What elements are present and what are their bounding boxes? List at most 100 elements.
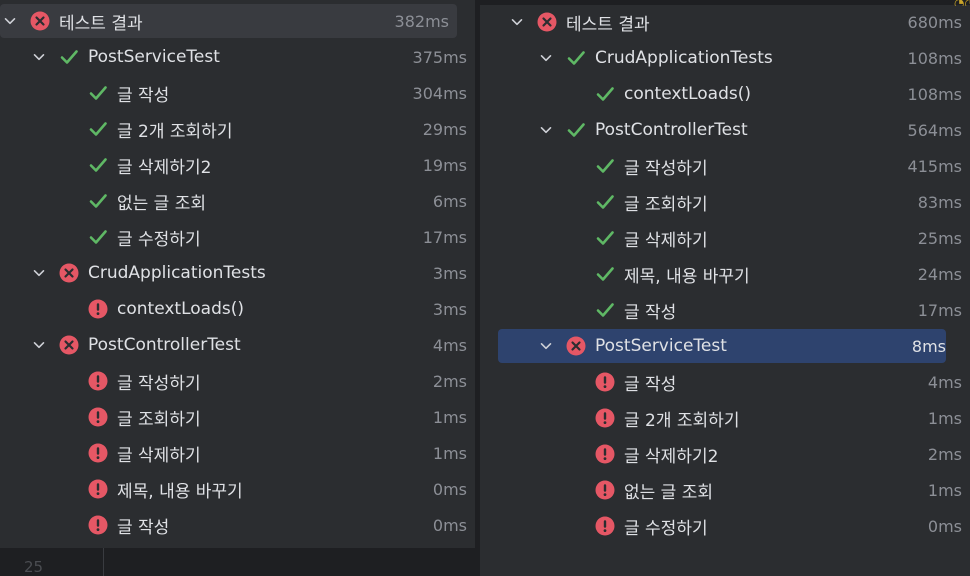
test-item-left[interactable]: 글 수정하기 17ms: [0, 220, 475, 254]
error-exclamation-icon: [88, 299, 108, 319]
test-name: PostServiceTest: [595, 336, 727, 356]
test-duration: 0ms: [927, 516, 962, 536]
chevron-down-icon[interactable]: [536, 120, 556, 140]
test-duration: 17ms: [422, 227, 467, 247]
test-item-left[interactable]: 제목, 내용 바꾸기 0ms: [0, 472, 475, 506]
check-icon: [88, 155, 108, 175]
test-item-right[interactable]: 글 조회하기 83ms: [480, 185, 970, 219]
test-name: 글 삭제하기2: [117, 157, 212, 178]
test-item-right[interactable]: 글 작성 17ms: [480, 293, 970, 327]
chevron-down-icon[interactable]: [29, 47, 49, 67]
test-item-right[interactable]: 글 작성 4ms: [480, 365, 970, 399]
check-icon: [595, 228, 615, 248]
chevron-down-icon[interactable]: [536, 48, 556, 68]
test-name: 없는 글 조회: [624, 482, 714, 503]
test-name: 글 삭제하기2: [624, 446, 719, 467]
test-name: 글 작성하기: [117, 373, 201, 394]
test-item-left[interactable]: 글 작성 304ms: [0, 76, 475, 110]
test-item-right[interactable]: 없는 글 조회 1ms: [480, 473, 970, 507]
check-icon: [566, 48, 586, 68]
test-item-left[interactable]: 없는 글 조회 6ms: [0, 184, 475, 218]
test-duration: 304ms: [412, 83, 467, 103]
test-name: 글 조회하기: [117, 409, 201, 430]
test-name: 글 수정하기: [117, 229, 201, 250]
test-duration: 4ms: [432, 335, 467, 355]
tree-node-left[interactable]: PostControllerTest 4ms: [0, 328, 475, 362]
test-item-right[interactable]: 글 수정하기 0ms: [480, 509, 970, 543]
error-exclamation-icon: [88, 371, 108, 391]
test-item-left[interactable]: 글 2개 조회하기 29ms: [0, 112, 475, 146]
test-item-right[interactable]: 글 삭제하기 25ms: [480, 221, 970, 255]
chevron-down-icon[interactable]: [507, 12, 527, 32]
tree-node-right[interactable]: PostControllerTest 564ms: [480, 113, 970, 147]
check-icon: [88, 227, 108, 247]
test-item-right[interactable]: 글 삭제하기2 2ms: [480, 437, 970, 471]
test-item-left[interactable]: contextLoads() 3ms: [0, 292, 475, 326]
test-name: PostControllerTest: [88, 335, 241, 355]
editor-line-number: 25: [24, 558, 44, 576]
test-item-right[interactable]: 글 2개 조회하기 1ms: [480, 401, 970, 435]
error-exclamation-icon: [88, 479, 108, 499]
tree-node-right[interactable]: 테스트 결과 680ms: [480, 5, 970, 39]
tree-node-right[interactable]: PostServiceTest 8ms: [498, 329, 946, 363]
test-duration: 1ms: [432, 443, 467, 463]
test-item-left[interactable]: 글 작성하기 2ms: [0, 364, 475, 398]
test-name: 글 작성: [117, 517, 170, 538]
test-duration: 8ms: [911, 336, 946, 356]
test-item-right[interactable]: 제목, 내용 바꾸기 24ms: [480, 257, 970, 291]
tree-node-left[interactable]: CrudApplicationTests 3ms: [0, 256, 475, 290]
test-item-right[interactable]: contextLoads() 108ms: [480, 77, 970, 111]
chevron-down-icon[interactable]: [29, 263, 49, 283]
chevron-down-icon[interactable]: [0, 11, 20, 31]
test-duration: 2ms: [927, 444, 962, 464]
fail-circle-icon: [566, 336, 586, 356]
fail-circle-icon: [59, 335, 79, 355]
test-duration: 25ms: [917, 228, 962, 248]
test-duration: 415ms: [907, 156, 962, 176]
tree-node-left[interactable]: PostServiceTest 375ms: [0, 40, 475, 74]
fail-circle-icon: [30, 11, 50, 31]
test-item-left[interactable]: 글 작성 0ms: [0, 508, 475, 542]
test-duration: 17ms: [917, 300, 962, 320]
check-icon: [88, 119, 108, 139]
test-duration: 3ms: [432, 299, 467, 319]
test-item-right[interactable]: 글 작성하기 415ms: [480, 149, 970, 183]
test-duration: 1ms: [927, 480, 962, 500]
test-item-left[interactable]: 글 삭제하기 1ms: [0, 436, 475, 470]
test-duration: 382ms: [394, 11, 449, 31]
error-exclamation-icon: [595, 372, 615, 392]
chevron-down-icon[interactable]: [29, 335, 49, 355]
chevron-down-icon[interactable]: [536, 336, 556, 356]
test-item-left[interactable]: 글 조회하기 1ms: [0, 400, 475, 434]
fail-circle-icon: [59, 263, 79, 283]
test-duration: 24ms: [917, 264, 962, 284]
editor-warning-icon: ◔◔: [954, 0, 970, 6]
error-exclamation-icon: [595, 408, 615, 428]
check-icon: [88, 191, 108, 211]
test-item-left[interactable]: 글 삭제하기2 19ms: [0, 148, 475, 182]
test-name: 글 삭제하기: [117, 445, 201, 466]
tree-node-left[interactable]: 테스트 결과 382ms: [0, 4, 457, 38]
test-duration: 0ms: [432, 479, 467, 499]
error-exclamation-icon: [595, 516, 615, 536]
test-duration: 375ms: [412, 47, 467, 67]
test-name: CrudApplicationTests: [88, 263, 266, 283]
tree-node-right[interactable]: CrudApplicationTests 108ms: [480, 41, 970, 75]
